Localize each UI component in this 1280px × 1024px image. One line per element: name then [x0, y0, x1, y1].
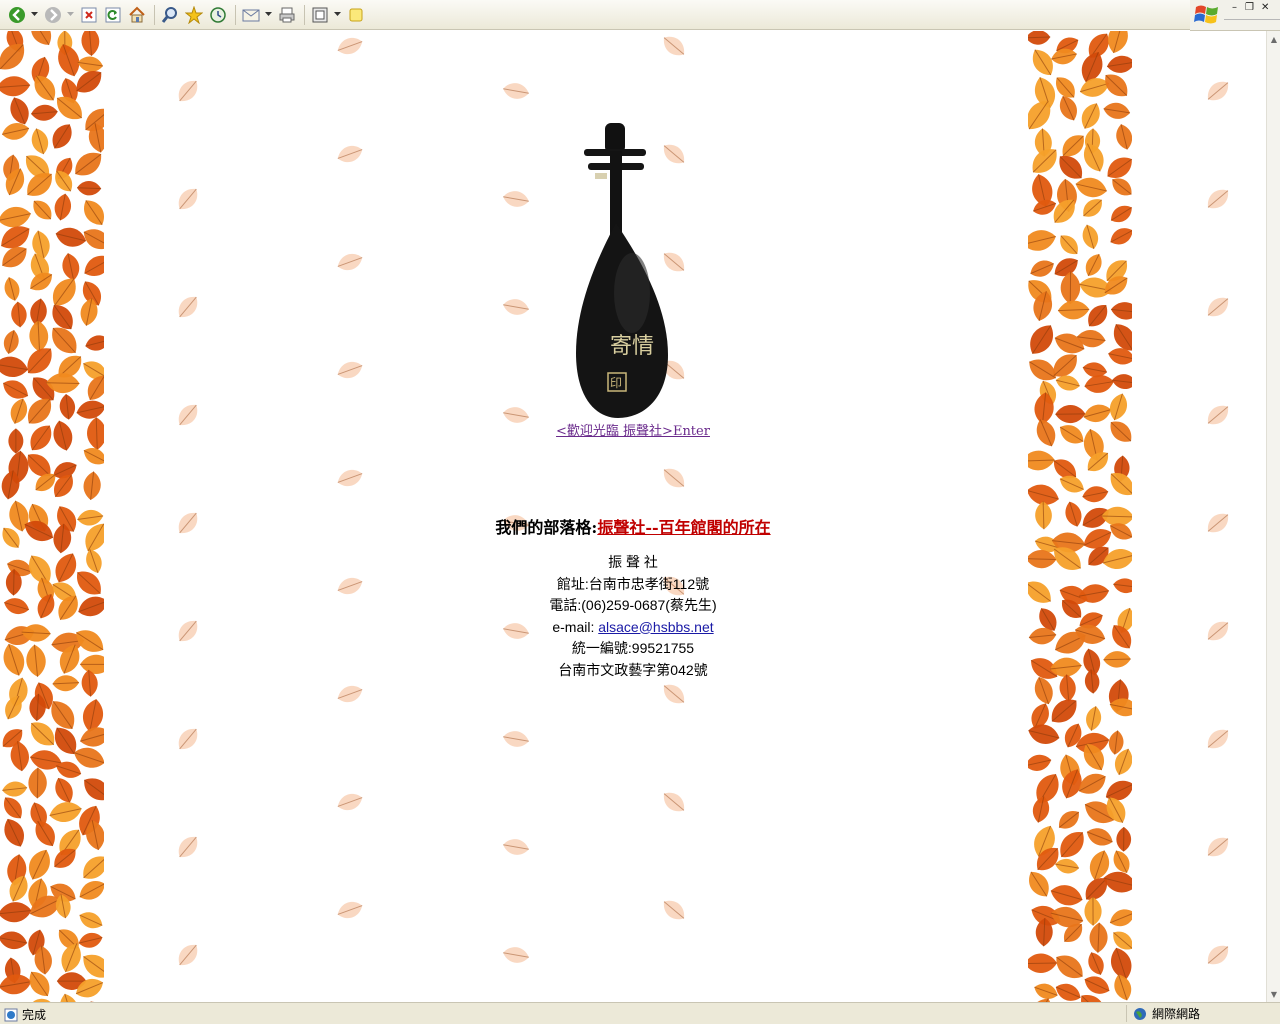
- enter-link[interactable]: <歡迎光臨 振聲社>Enter: [0, 420, 1266, 439]
- restore-icon[interactable]: ❐: [1245, 2, 1254, 13]
- phone-text: 電話:(06)259-0687(蔡先生): [549, 597, 717, 613]
- registration-text: 台南市文政藝字第042號: [558, 661, 708, 678]
- stop-icon[interactable]: [78, 4, 100, 26]
- refresh-icon[interactable]: [102, 4, 124, 26]
- mail-dropdown-icon[interactable]: [264, 4, 272, 26]
- blog-link[interactable]: 振聲社--百年館閣的所在: [597, 518, 770, 537]
- print-icon[interactable]: [276, 4, 298, 26]
- security-zone: 網際網路: [1126, 1005, 1276, 1022]
- email-prefix: e-mail:: [552, 618, 599, 635]
- address-text: 館址:台南市忠孝街112號: [556, 575, 710, 592]
- forward-dropdown-icon[interactable]: [66, 4, 74, 26]
- status-bar: 完成 網際網路: [0, 1002, 1280, 1024]
- edit-dropdown-icon[interactable]: [333, 4, 341, 26]
- scroll-up-icon[interactable]: ▲: [1268, 33, 1280, 45]
- zone-text: 網際網路: [1152, 1007, 1201, 1021]
- email-link[interactable]: alsace@hsbbs.net: [598, 619, 713, 635]
- close-icon[interactable]: ✕: [1261, 2, 1269, 13]
- note-icon[interactable]: [345, 4, 367, 26]
- toolbar-separator: [154, 4, 155, 25]
- status-text: 完成: [22, 1008, 47, 1022]
- blog-line: 我們的部落格:振聲社--百年館閣的所在: [0, 514, 1266, 538]
- vertical-scrollbar[interactable]: ▲ ▼: [1266, 31, 1280, 1002]
- home-icon[interactable]: [126, 4, 148, 26]
- toolbar-separator: [304, 4, 305, 25]
- contact-info: 振 聲 社 館址:台南市忠孝街112號 電話:(06)259-0687(蔡先生)…: [0, 552, 1266, 681]
- email-line: e-mail: alsace@hsbbs.net: [0, 617, 1266, 639]
- minimize-icon[interactable]: –: [1232, 2, 1237, 13]
- pipa-seal: 印: [610, 376, 622, 390]
- window-corner: – ❐ ✕: [1190, 0, 1280, 31]
- forward-icon[interactable]: [42, 4, 64, 26]
- pipa-instrument-image[interactable]: 寄情 印: [570, 123, 680, 423]
- address-underline: [1224, 19, 1280, 20]
- page-icon: [4, 1008, 18, 1021]
- browser-toolbar: [0, 0, 1190, 30]
- search-icon[interactable]: [159, 4, 181, 26]
- tax-id-text: 統一編號:99521755: [571, 640, 695, 656]
- blog-prefix: 我們的部落格:: [495, 518, 598, 537]
- org-name: 振 聲 社: [608, 554, 658, 570]
- toolbar-separator: [235, 4, 236, 25]
- pipa-inscription: 寄情: [610, 334, 654, 359]
- status-area: 完成: [4, 1006, 46, 1023]
- page-content: 寄情 印 <歡迎光臨 振聲社>Enter 我們的部落格:振聲社--百年館閣的所在…: [0, 31, 1266, 1002]
- mail-icon[interactable]: [240, 4, 262, 26]
- history-icon[interactable]: [207, 4, 229, 26]
- windows-logo-icon: [1194, 5, 1218, 24]
- back-icon[interactable]: [6, 4, 28, 26]
- scroll-down-icon[interactable]: ▼: [1268, 988, 1280, 1000]
- favorites-icon[interactable]: [183, 4, 205, 26]
- back-dropdown-icon[interactable]: [30, 4, 38, 26]
- edit-icon[interactable]: [309, 4, 331, 26]
- globe-icon: [1134, 1007, 1146, 1020]
